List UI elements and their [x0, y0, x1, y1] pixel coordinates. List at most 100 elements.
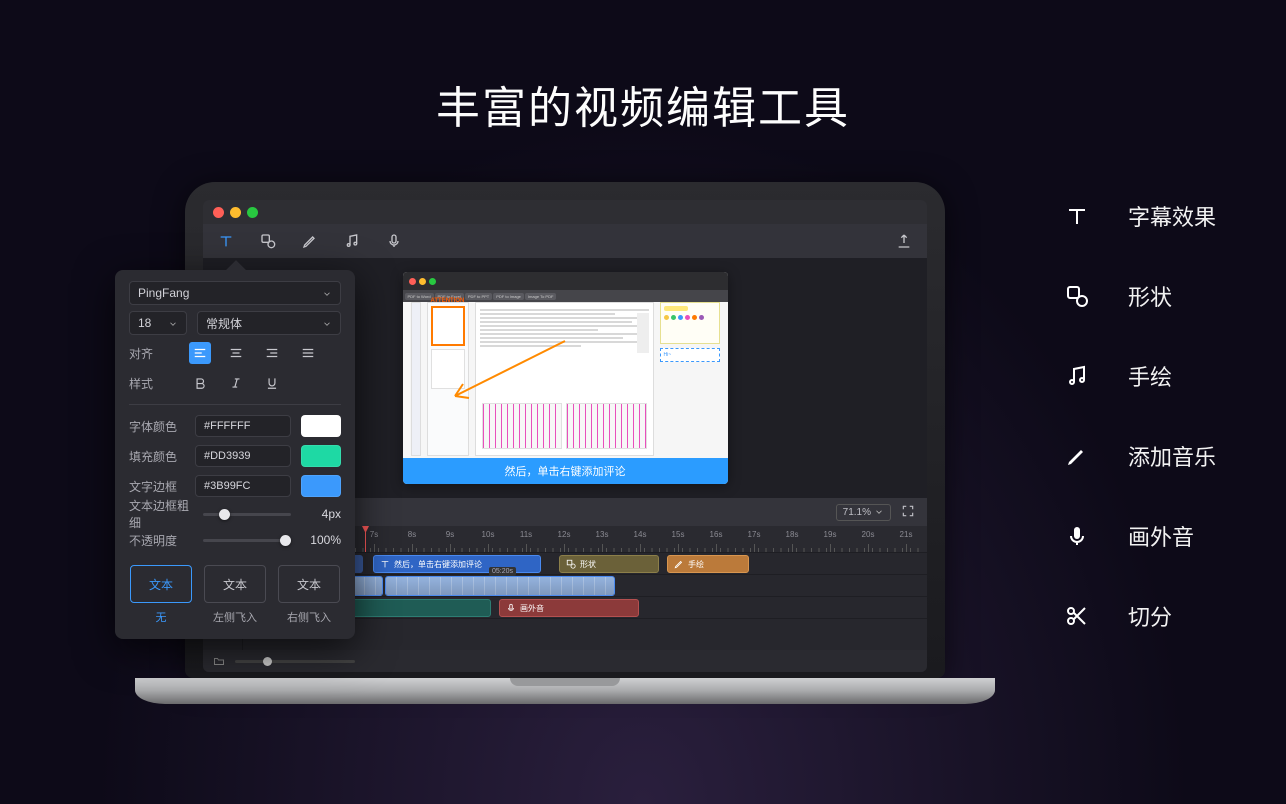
- font-weight-value: 常规体: [206, 315, 242, 332]
- feature-label: 字幕效果: [1128, 200, 1216, 232]
- tool-pencil-icon[interactable]: [301, 232, 319, 250]
- ruler-tick: 17s: [735, 530, 773, 552]
- feature-split: 切分: [1064, 600, 1216, 632]
- zoom-dropdown[interactable]: 71.1%: [836, 504, 891, 521]
- anim-tab-box: 文本: [130, 565, 192, 603]
- align-left-icon[interactable]: [189, 342, 211, 364]
- arrow-annotation: [445, 336, 575, 406]
- underline-icon[interactable]: [261, 372, 283, 394]
- border-color-swatch[interactable]: [301, 475, 341, 497]
- feature-shape: 形状: [1064, 280, 1216, 312]
- opacity-label: 不透明度: [129, 532, 193, 549]
- align-right-icon[interactable]: [261, 342, 283, 364]
- feature-label: 切分: [1128, 600, 1172, 632]
- text-icon: [1064, 203, 1090, 229]
- text-color-swatch[interactable]: [301, 415, 341, 437]
- feature-label: 画外音: [1128, 520, 1194, 552]
- tool-text-icon[interactable]: [217, 232, 235, 250]
- shape-icon: [1064, 283, 1090, 309]
- anim-tab-none[interactable]: 文本 无: [129, 565, 193, 625]
- feature-draw: 手绘: [1064, 360, 1216, 392]
- bold-icon[interactable]: [189, 372, 211, 394]
- ruler-tick: 20s: [849, 530, 887, 552]
- ruler-tick: 15s: [659, 530, 697, 552]
- ruler-tick: 21s: [887, 530, 925, 552]
- feature-label: 添加音乐: [1128, 440, 1216, 472]
- anim-tab-caption: 无: [156, 609, 167, 625]
- align-center-icon[interactable]: [225, 342, 247, 364]
- animation-tabs: 文本 无 文本 左侧飞入 文本 右侧飞入: [129, 565, 341, 625]
- chevron-down-icon: [322, 318, 332, 328]
- italic-icon[interactable]: [225, 372, 247, 394]
- maximize-dot-icon[interactable]: [247, 207, 258, 218]
- anim-tab-flyleft[interactable]: 文本 左侧飞入: [203, 565, 267, 625]
- ruler-tick: 7s: [355, 530, 393, 552]
- highlight-badge: [664, 306, 688, 311]
- feature-list: 字幕效果 形状 手绘 添加音乐 画外音 切分: [1064, 200, 1216, 632]
- ruler-tick: 19s: [811, 530, 849, 552]
- fill-color-swatch[interactable]: [301, 445, 341, 467]
- border-color-label: 文字边框: [129, 478, 185, 495]
- laptop-base: [135, 678, 995, 704]
- ruler-tick: 10s: [469, 530, 507, 552]
- border-color-hex[interactable]: #3B99FC: [195, 475, 291, 497]
- folder-icon[interactable]: [213, 655, 225, 667]
- align-justify-icon[interactable]: [297, 342, 319, 364]
- export-icon[interactable]: [895, 232, 913, 250]
- pencil-icon: [1064, 443, 1090, 469]
- clip-voiceover[interactable]: 画外音: [499, 599, 639, 617]
- anim-tab-caption: 右侧飞入: [287, 609, 331, 625]
- tool-shape-icon[interactable]: [259, 232, 277, 250]
- text-style-panel: PingFang 18 常规体 对齐 样式 字体颜色 #FF: [115, 270, 355, 639]
- ruler-tick: 12s: [545, 530, 583, 552]
- font-size-select[interactable]: 18: [129, 311, 187, 335]
- feature-label: 手绘: [1128, 360, 1172, 392]
- style-label: 样式: [129, 375, 179, 392]
- feature-voiceover: 画外音: [1064, 520, 1216, 552]
- font-family-value: PingFang: [138, 286, 189, 300]
- ruler-tick: 11s: [507, 530, 545, 552]
- clip-video-2[interactable]: [385, 576, 615, 596]
- preview-banner: 然后，单击右键添加评论: [403, 458, 728, 484]
- align-label: 对齐: [129, 345, 179, 362]
- anim-tab-flyright[interactable]: 文本 右侧飞入: [277, 565, 341, 625]
- text-color-hex[interactable]: #FFFFFF: [195, 415, 291, 437]
- border-width-label: 文本边框粗细: [129, 497, 193, 531]
- fill-color-label: 填充颜色: [129, 448, 185, 465]
- ruler-tick: 13s: [583, 530, 621, 552]
- fill-color-hex[interactable]: #DD3939: [195, 445, 291, 467]
- anim-tab-box: 文本: [278, 565, 340, 603]
- bottom-bar: [203, 650, 927, 672]
- tool-music-icon[interactable]: [343, 232, 361, 250]
- feature-music: 添加音乐: [1064, 440, 1216, 472]
- font-family-select[interactable]: PingFang: [129, 281, 341, 305]
- feature-subtitle: 字幕效果: [1064, 200, 1216, 232]
- ruler-tick: 9s: [431, 530, 469, 552]
- hi-box: Hi~: [660, 348, 720, 362]
- clip-draw[interactable]: 手绘: [667, 555, 749, 573]
- clip-shape[interactable]: 形状: [559, 555, 659, 573]
- ruler-tick: 18s: [773, 530, 811, 552]
- video-timestamp: 05:20s: [489, 567, 516, 576]
- feature-label: 形状: [1128, 280, 1172, 312]
- opacity-slider[interactable]: [203, 539, 291, 542]
- zoom-slider[interactable]: [235, 660, 355, 663]
- ruler-tick: 8s: [393, 530, 431, 552]
- tool-mic-icon[interactable]: [385, 232, 403, 250]
- close-dot-icon[interactable]: [213, 207, 224, 218]
- text-color-label: 字体颜色: [129, 418, 185, 435]
- music-icon: [1064, 363, 1090, 389]
- app-toolbar: [203, 224, 927, 258]
- chevron-down-icon: [322, 288, 332, 298]
- border-width-value: 4px: [301, 507, 341, 521]
- mic-icon: [1064, 523, 1090, 549]
- font-weight-select[interactable]: 常规体: [197, 311, 341, 335]
- preview-document: PDF to WordPDF to ExcelPDF to PPTPDF to …: [403, 272, 728, 484]
- zoom-value: 71.1%: [843, 507, 871, 518]
- fullscreen-button[interactable]: [901, 504, 915, 521]
- minimize-dot-icon[interactable]: [230, 207, 241, 218]
- border-width-slider[interactable]: [203, 513, 291, 516]
- ruler-tick: 16s: [697, 530, 735, 552]
- scissors-icon: [1064, 603, 1090, 629]
- window-titlebar: [203, 200, 927, 224]
